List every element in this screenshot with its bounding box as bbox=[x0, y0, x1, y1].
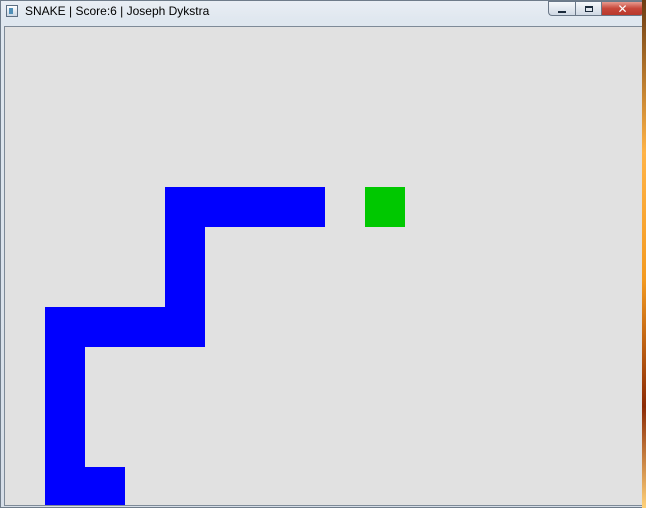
snake-segment bbox=[125, 307, 165, 347]
window-title: SNAKE | Score:6 | Joseph Dykstra bbox=[25, 4, 210, 18]
game-board[interactable] bbox=[4, 26, 644, 506]
minimize-button[interactable] bbox=[548, 1, 575, 16]
snake-head bbox=[285, 187, 325, 227]
maximize-icon bbox=[584, 5, 593, 12]
snake-segment bbox=[165, 267, 205, 307]
snake-segment bbox=[165, 187, 205, 227]
snake-segment bbox=[165, 227, 205, 267]
maximize-button[interactable] bbox=[575, 1, 601, 16]
snake-segment bbox=[85, 307, 125, 347]
game-window: SNAKE | Score:6 | Joseph Dykstra ✕ bbox=[0, 0, 646, 508]
snake-segment bbox=[165, 307, 205, 347]
snake-segment bbox=[205, 187, 245, 227]
snake-segment bbox=[45, 307, 85, 347]
close-icon: ✕ bbox=[617, 1, 628, 16]
window-app-icon[interactable] bbox=[6, 5, 18, 17]
close-button[interactable]: ✕ bbox=[601, 1, 644, 16]
food-pellet bbox=[365, 187, 405, 227]
snake-segment bbox=[245, 187, 285, 227]
snake-segment bbox=[45, 427, 85, 467]
snake-segment bbox=[45, 467, 85, 505]
snake-segment bbox=[85, 467, 125, 505]
minimize-icon bbox=[558, 10, 566, 13]
snake-segment bbox=[45, 387, 85, 427]
window-controls: ✕ bbox=[548, 1, 644, 17]
desktop-wallpaper-edge bbox=[642, 0, 646, 508]
title-bar[interactable]: SNAKE | Score:6 | Joseph Dykstra ✕ bbox=[1, 1, 645, 23]
snake-segment bbox=[45, 347, 85, 387]
